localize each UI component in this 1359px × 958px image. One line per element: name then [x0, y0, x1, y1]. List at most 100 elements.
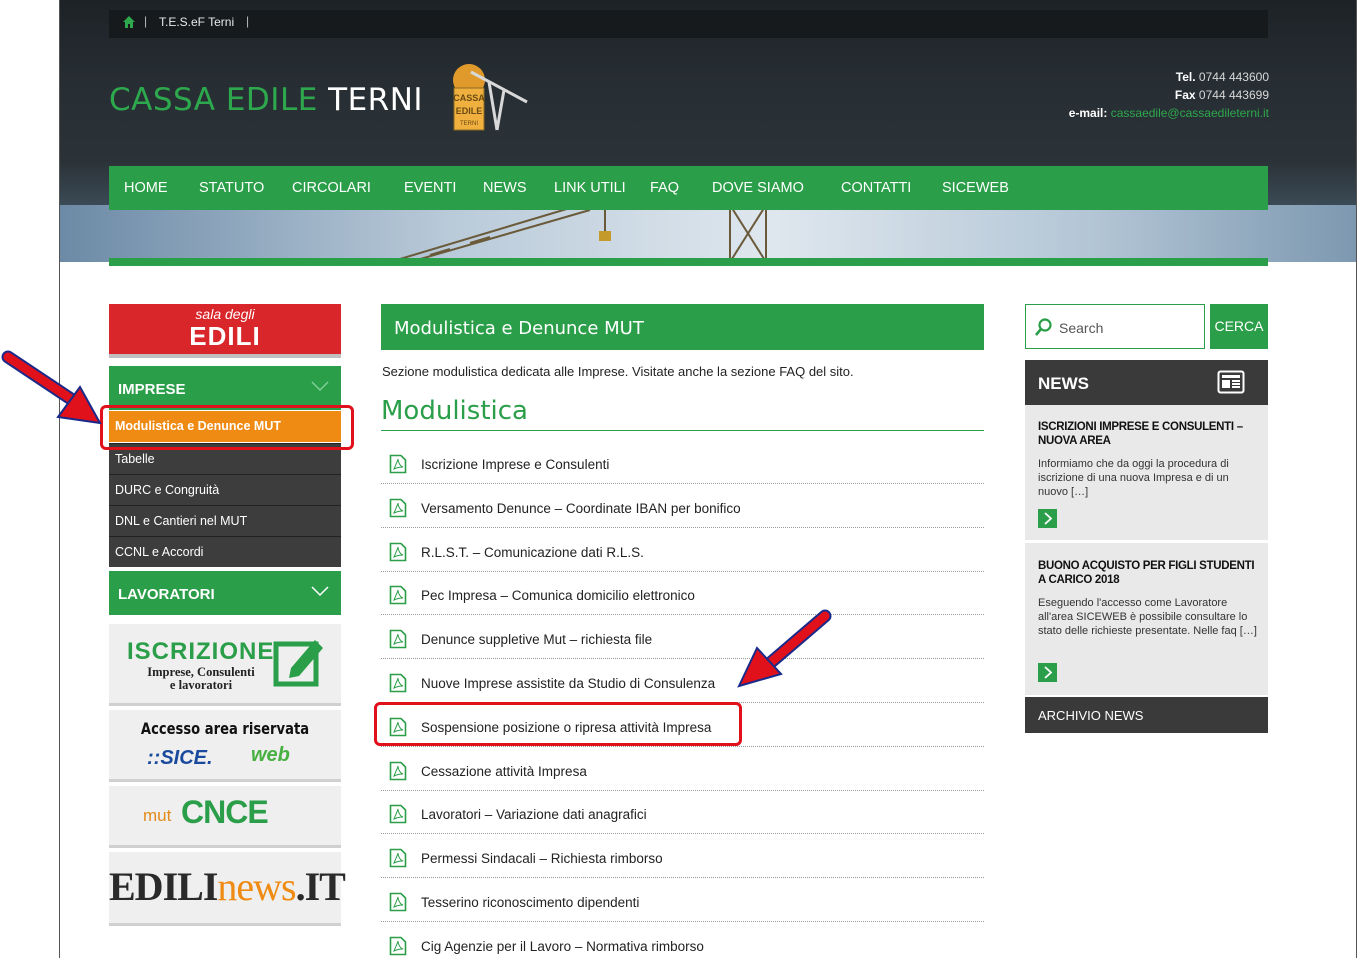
chevron-right-icon: [1044, 512, 1053, 525]
iscrizione-line2: e lavoratori: [169, 678, 233, 692]
tel-number: 0744 443600: [1198, 70, 1269, 84]
chevron-right-icon: [1044, 666, 1053, 679]
document-link[interactable]: Denunce suppletive Mut – richiesta file: [421, 632, 652, 647]
news-item-title[interactable]: ISCRIZIONI IMPRESE E CONSULENTI – NUOVA …: [1038, 420, 1258, 448]
siceweb-banner-text: Accesso area riservata: [140, 719, 310, 738]
mut-cnce-banner[interactable]: mut CNCE: [109, 786, 341, 848]
highlight-box: [374, 702, 742, 746]
fax-number: 0744 443699: [1198, 88, 1269, 102]
svg-text:TERNI: TERNI: [460, 121, 478, 127]
category-lavoratori[interactable]: LAVORATORI: [109, 571, 341, 615]
nav-contatti[interactable]: CONTATTI: [841, 180, 911, 196]
document-link[interactable]: Cessazione attività Impresa: [421, 764, 587, 779]
search-placeholder: Search: [1059, 320, 1104, 336]
document-link[interactable]: Tesserino riconoscimento dipendenti: [421, 895, 639, 910]
document-row[interactable]: Permessi Sindacali – Richiesta rimborso: [381, 834, 984, 879]
pdf-icon: [389, 542, 407, 561]
sice-logo-text: ::SICE.: [147, 747, 213, 769]
pdf-icon: [389, 673, 407, 693]
header-divider: [109, 258, 1268, 266]
pdf-icon: [389, 805, 407, 824]
pdf-icon: [389, 936, 407, 956]
edilinews-part1: EDILI: [109, 864, 218, 909]
edilinews-part2: news: [217, 864, 296, 909]
document-row[interactable]: Lavoratori – Variazione dati anagrafici: [381, 790, 984, 835]
category-label: LAVORATORI: [118, 586, 215, 603]
document-row[interactable]: Pec Impresa – Comunica domicilio elettro…: [381, 571, 984, 616]
nav-link-utili[interactable]: LINK UTILI: [554, 180, 626, 196]
sidebar-item-label: DNL e Cantieri nel MUT: [115, 514, 248, 528]
chevron-down-icon: [311, 586, 329, 597]
document-link[interactable]: Lavoratori – Variazione dati anagrafici: [421, 807, 647, 822]
nav-dove-siamo[interactable]: DOVE SIAMO: [712, 180, 804, 196]
sidebar-item-ccnl[interactable]: CCNL e Accordi: [109, 536, 341, 567]
archive-news-link[interactable]: ARCHIVIO NEWS: [1025, 697, 1268, 733]
annotation-arrow: [1, 350, 102, 425]
edilinews-banner[interactable]: EDILInews.IT: [109, 852, 346, 926]
sidebar-item-dnl[interactable]: DNL e Cantieri nel MUT: [109, 505, 341, 536]
sala-degli-edili-banner[interactable]: sala degli EDILI: [109, 304, 341, 358]
web-logo-text: web: [251, 744, 290, 766]
iscrizione-banner[interactable]: ISCRIZIONE Imprese, Consulenti e lavorat…: [109, 624, 341, 706]
svg-text:EDILE: EDILE: [456, 106, 483, 116]
news-item[interactable]: ISCRIZIONI IMPRESE E CONSULENTI – NUOVA …: [1025, 405, 1268, 542]
edilinews-part3: .IT: [295, 864, 346, 909]
annotation-arrow: [737, 609, 832, 688]
fax-label: Fax: [1174, 88, 1196, 102]
nav-news[interactable]: NEWS: [483, 180, 527, 196]
sidebar-item-label: Tabelle: [115, 452, 155, 466]
intro-text: Sezione modulistica dedicata alle Impres…: [382, 364, 854, 379]
sidebar-item-label: DURC e Congruità: [115, 483, 220, 497]
section-title: Modulistica: [381, 396, 528, 426]
document-link[interactable]: Pec Impresa – Comunica domicilio elettro…: [421, 588, 695, 603]
document-row[interactable]: Nuove Imprese assistite da Studio di Con…: [381, 659, 984, 703]
logo-crane-icon: CASSA EDILE TERNI: [453, 64, 528, 131]
document-link[interactable]: Permessi Sindacali – Richiesta rimborso: [421, 851, 663, 866]
nav-siceweb[interactable]: SICEWEB: [942, 180, 1009, 196]
logo-text-green: CASSA EDILE: [109, 82, 329, 118]
pdf-icon: [389, 761, 407, 780]
edit-icon: [273, 640, 323, 687]
search-input[interactable]: Search: [1025, 304, 1205, 349]
nav-circolari[interactable]: CIRCOLARI: [292, 180, 371, 196]
document-row[interactable]: Cig Agenzie per il Lavoro – Normativa ri…: [381, 922, 984, 958]
document-row[interactable]: Tesserino riconoscimento dipendenti: [381, 878, 984, 922]
document-row[interactable]: Cessazione attività Impresa: [381, 747, 984, 791]
category-imprese[interactable]: IMPRESE: [109, 366, 341, 410]
archive-news-label: ARCHIVIO NEWS: [1038, 708, 1144, 723]
nav-statuto[interactable]: STATUTO: [199, 180, 264, 196]
news-item[interactable]: BUONO ACQUISTO PER FIGLI STUDENTI A CARI…: [1025, 543, 1268, 697]
news-item-excerpt: Eseguendo l'accesso come Lavoratore all'…: [1038, 597, 1257, 637]
nav-home[interactable]: HOME: [124, 180, 168, 196]
document-row[interactable]: Iscrizione Imprese e Consulenti: [381, 440, 984, 484]
nav-faq[interactable]: FAQ: [650, 180, 679, 196]
search-button[interactable]: CERCA: [1210, 304, 1268, 349]
newspaper-icon: [1217, 370, 1245, 394]
separator: |: [246, 14, 250, 28]
home-icon[interactable]: [123, 16, 135, 28]
document-row[interactable]: Denunce suppletive Mut – richiesta file: [381, 615, 984, 660]
read-more-button[interactable]: [1038, 509, 1057, 528]
document-row[interactable]: R.L.S.T. – Comunicazione dati R.L.S.: [381, 528, 984, 572]
tesef-link[interactable]: T.E.S.eF Terni: [159, 15, 234, 29]
document-link[interactable]: R.L.S.T. – Comunicazione dati R.L.S.: [421, 545, 644, 560]
document-link[interactable]: Nuove Imprese assistite da Studio di Con…: [421, 676, 715, 691]
iscrizione-title: ISCRIZIONE: [127, 638, 275, 665]
email-link[interactable]: cassaedile@cassaedileterni.it: [1111, 106, 1269, 120]
read-more-button[interactable]: [1038, 663, 1057, 682]
news-header: NEWS: [1025, 360, 1268, 405]
main-nav: HOME STATUTO CIRCOLARI EVENTI NEWS LINK …: [109, 166, 1268, 210]
cnce-logo: CNCE: [181, 794, 269, 830]
nav-eventi[interactable]: EVENTI: [404, 180, 456, 196]
mut-text: mut: [143, 806, 172, 825]
sidebar-item-durc[interactable]: DURC e Congruità: [109, 474, 341, 505]
siceweb-banner[interactable]: Accesso area riservata ::SICE. web: [109, 710, 341, 782]
pdf-icon: [389, 586, 407, 605]
document-link[interactable]: Cig Agenzie per il Lavoro – Normativa ri…: [421, 939, 704, 954]
separator: |: [144, 14, 148, 28]
document-link[interactable]: Versamento Denunce – Coordinate IBAN per…: [421, 501, 741, 516]
news-item-title[interactable]: BUONO ACQUISTO PER FIGLI STUDENTI A CARI…: [1038, 559, 1258, 587]
site-logo[interactable]: CASSA EDILE TERNI: [109, 82, 423, 118]
document-row[interactable]: Versamento Denunce – Coordinate IBAN per…: [381, 484, 984, 528]
document-link[interactable]: Iscrizione Imprese e Consulenti: [421, 457, 609, 472]
